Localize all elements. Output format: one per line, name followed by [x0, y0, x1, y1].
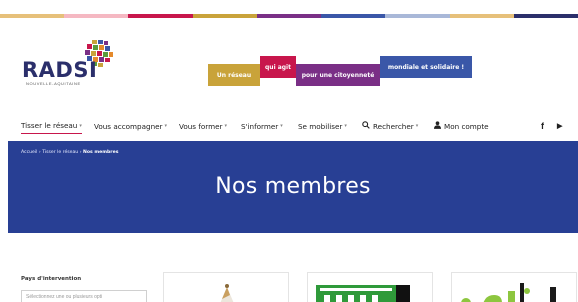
- nav-item-se-mobiliser[interactable]: Se mobiliser ▾: [298, 118, 347, 134]
- nav-item-label: Tisser le réseau: [21, 121, 78, 130]
- color-bar-segment: [321, 14, 386, 18]
- chevron-down-icon: ▾: [164, 123, 168, 129]
- color-bar-segment: [256, 14, 322, 18]
- breadcrumb-item-current: Nos membres: [83, 150, 119, 155]
- nav-item-label: Vous accompagner: [94, 121, 163, 131]
- page-title: Nos membres: [215, 174, 371, 199]
- breadcrumb-item-tisser-le-reseau[interactable]: Tisser le réseau: [42, 150, 78, 155]
- chevron-down-icon: ▾: [79, 122, 82, 129]
- main-nav: Tisser le réseau ▾ Vous accompagner ▾ Vo…: [21, 118, 571, 134]
- chevron-down-icon: ▾: [415, 123, 419, 129]
- color-bar-segment: [513, 14, 578, 18]
- member-logo: [461, 283, 556, 302]
- color-bar-segment: [385, 14, 450, 18]
- breadcrumb: Accueil › Tisser le réseau › Nos membres: [21, 150, 118, 155]
- filter-label: Pays d'intervention: [21, 276, 82, 282]
- nav-item-label: Rechercher: [373, 121, 414, 131]
- color-bar-segment: [64, 14, 129, 18]
- member-card[interactable]: [163, 272, 289, 302]
- radsi-logo[interactable]: RADSI NOUVELLE-AQUITAINE: [22, 38, 132, 92]
- chevron-down-icon: ▾: [224, 123, 227, 129]
- search-icon: [362, 121, 370, 131]
- color-bar-segment: [192, 14, 257, 18]
- nav-item-label: Mon compte: [444, 121, 489, 131]
- member-card[interactable]: [307, 272, 433, 302]
- color-bar-segment: [449, 14, 514, 18]
- tagline-part-1: Un réseau: [208, 64, 260, 86]
- nav-item-s-informer[interactable]: S'informer ▾: [241, 118, 283, 134]
- member-logo: [316, 285, 410, 302]
- nav-item-label: Vous former: [179, 121, 223, 131]
- color-bar-segment: [128, 14, 193, 18]
- breadcrumb-separator: ›: [38, 150, 41, 155]
- logo-subtitle: NOUVELLE-AQUITAINE: [26, 81, 81, 86]
- user-icon: [434, 121, 441, 131]
- page-banner: Accueil › Tisser le réseau › Nos membres…: [8, 141, 578, 233]
- chevron-down-icon: ▾: [344, 123, 347, 129]
- nav-item-label: S'informer: [241, 121, 279, 131]
- nav-item-vous-former[interactable]: Vous former ▾: [179, 118, 227, 134]
- tagline: Un réseau qui agit pour une citoyenneté …: [208, 56, 508, 86]
- nav-item-label: Se mobiliser: [298, 121, 343, 131]
- tagline-part-3: pour une citoyenneté: [296, 64, 380, 86]
- member-card[interactable]: [451, 272, 577, 302]
- chevron-down-icon: ▾: [280, 123, 283, 129]
- nav-item-rechercher[interactable]: Rechercher ▾: [362, 118, 418, 134]
- facebook-icon[interactable]: f: [541, 118, 544, 134]
- tagline-part-4: mondiale et solidaire !: [380, 56, 472, 78]
- breadcrumb-separator: ›: [79, 150, 82, 155]
- breadcrumb-item-accueil[interactable]: Accueil: [21, 150, 37, 155]
- tagline-part-2: qui agit: [260, 56, 296, 78]
- country-filter-select[interactable]: Sélectionnez une ou plusieurs opti: [21, 290, 147, 302]
- top-color-bar: [0, 14, 578, 18]
- member-logo: [220, 284, 234, 302]
- nav-item-vous-accompagner[interactable]: Vous accompagner ▾: [94, 118, 167, 134]
- logo-text: RADSI: [22, 58, 98, 82]
- nav-item-tisser-le-reseau[interactable]: Tisser le réseau ▾: [21, 118, 82, 134]
- nav-item-mon-compte[interactable]: Mon compte: [434, 118, 489, 134]
- youtube-icon[interactable]: ▶: [557, 118, 562, 134]
- color-bar-segment: [0, 14, 65, 18]
